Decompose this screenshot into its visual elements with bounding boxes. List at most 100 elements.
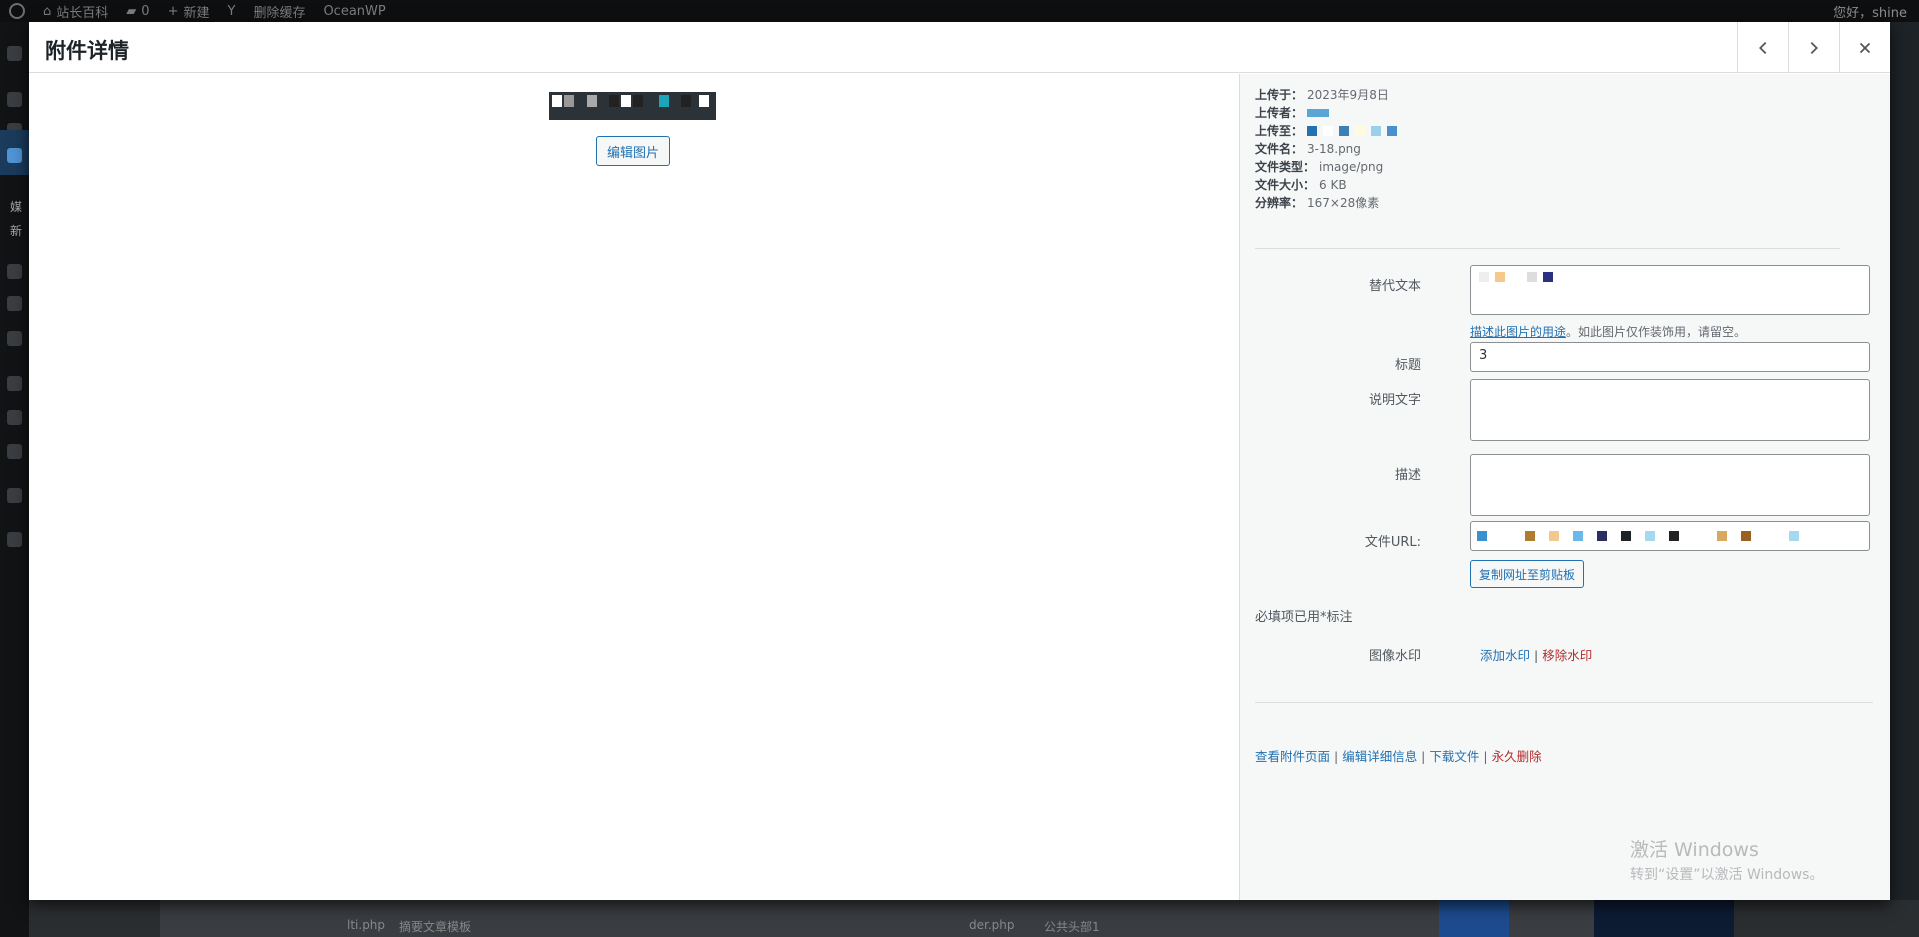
download-file-link[interactable]: 下载文件 bbox=[1429, 749, 1479, 764]
view-attachment-page-link[interactable]: 查看附件页面 bbox=[1255, 749, 1330, 764]
file-size-label: 文件大小： bbox=[1255, 178, 1316, 192]
backdrop-thumb bbox=[1439, 900, 1509, 937]
attachment-details-modal: 附件详情 编辑图片 上传于： 2023年9月8日 上传者： 上传至： 文件名： … bbox=[29, 22, 1890, 900]
admin-sidebar: 媒 新 bbox=[0, 22, 29, 937]
dimensions-label: 分辨率： bbox=[1255, 196, 1304, 210]
comments-count: 0 bbox=[141, 3, 150, 19]
required-fields-note: 必填项已用*标注 bbox=[1255, 610, 1353, 625]
windows-activation-watermark: 激活 Windows 转到“设置”以激活 Windows。 bbox=[1630, 835, 1823, 884]
file-size-value: 6 KB bbox=[1319, 178, 1347, 192]
backdrop-text: lti.php bbox=[347, 918, 386, 932]
yoast-sidebar-icon[interactable] bbox=[7, 488, 22, 503]
media-menu-label[interactable]: 媒 bbox=[10, 198, 22, 215]
tools-icon[interactable] bbox=[7, 444, 22, 459]
separator: | bbox=[1530, 648, 1543, 663]
redacted-file-url bbox=[1477, 531, 1847, 541]
site-name: 站长百科 bbox=[56, 5, 109, 21]
dashboard-icon[interactable] bbox=[7, 46, 22, 61]
caption-field[interactable] bbox=[1470, 379, 1870, 441]
dimensions-value: 167×28像素 bbox=[1307, 196, 1380, 210]
next-button[interactable] bbox=[1788, 22, 1839, 73]
image-watermark-label: 图像水印 bbox=[1368, 649, 1421, 664]
media-preview-pane: 编辑图片 bbox=[29, 74, 1239, 900]
redacted-alt-text bbox=[1479, 272, 1553, 282]
file-url-label: 文件URL: bbox=[1364, 535, 1421, 550]
media-icon[interactable] bbox=[7, 148, 22, 163]
close-icon bbox=[1859, 42, 1871, 53]
file-name-label: 文件名： bbox=[1255, 142, 1304, 156]
chevron-left-icon bbox=[1759, 41, 1767, 54]
theme-link[interactable]: OceanWP bbox=[314, 0, 394, 22]
file-type-label: 文件类型： bbox=[1255, 160, 1316, 174]
file-url-field[interactable] bbox=[1470, 521, 1870, 551]
remove-watermark-link[interactable]: 移除水印 bbox=[1542, 648, 1592, 663]
redacted-uploaded-to-link[interactable] bbox=[1307, 122, 1398, 140]
description-label: 描述 bbox=[1394, 468, 1421, 483]
new-content-menu[interactable]: + 新建 bbox=[159, 0, 219, 22]
alt-text-help-link[interactable]: 描述此图片的用途 bbox=[1470, 325, 1566, 339]
folder-icon[interactable] bbox=[7, 331, 22, 346]
chevron-right-icon bbox=[1810, 41, 1818, 54]
edit-image-button[interactable]: 编辑图片 bbox=[596, 136, 671, 166]
uploaded-by-label: 上传者： bbox=[1255, 106, 1304, 120]
users-icon[interactable] bbox=[7, 410, 22, 425]
yoast-menu[interactable]: Y bbox=[218, 0, 244, 22]
alt-text-help-text: 。如此图片仅作装饰用，请留空。 bbox=[1566, 325, 1747, 339]
file-metadata: 上传于： 2023年9月8日 上传者： 上传至： 文件名： 3-18.png 文件类… bbox=[1255, 86, 1398, 212]
wp-logo-menu[interactable] bbox=[0, 0, 34, 22]
wordpress-icon bbox=[9, 3, 25, 19]
watermark-subtitle: 转到“设置”以激活 Windows。 bbox=[1630, 867, 1824, 883]
theme-label: OceanWP bbox=[323, 3, 386, 19]
yoast-icon: Y bbox=[227, 3, 236, 19]
clear-cache-link[interactable]: 删除缓存 bbox=[244, 0, 314, 22]
alt-text-field[interactable] bbox=[1470, 265, 1870, 315]
account-menu[interactable]: 您好，shine bbox=[1824, 0, 1919, 22]
site-name-link[interactable]: ⌂ 站长百科 bbox=[34, 0, 117, 22]
comments-icon[interactable] bbox=[7, 296, 22, 311]
file-type-value: image/png bbox=[1319, 160, 1384, 174]
alt-text-help: 描述此图片的用途。如此图片仅作装饰用，请留空。 bbox=[1470, 323, 1746, 340]
uploaded-to-label: 上传至： bbox=[1255, 124, 1304, 138]
close-button[interactable] bbox=[1839, 22, 1890, 73]
separator: | bbox=[1417, 749, 1430, 764]
backdrop-text: der.php bbox=[969, 918, 1015, 932]
separator: | bbox=[1479, 749, 1492, 764]
watermark-title: 激活 Windows bbox=[1630, 839, 1759, 861]
plus-icon: + bbox=[167, 3, 179, 19]
file-name-value: 3-18.png bbox=[1307, 142, 1361, 156]
modal-header: 附件详情 bbox=[29, 22, 1890, 73]
uploaded-on-label: 上传于： bbox=[1255, 88, 1304, 102]
page-backdrop: lti.php 摘要文章模板 der.php 公共头部1 bbox=[29, 900, 1919, 937]
redacted-uploader bbox=[1307, 104, 1330, 122]
delete-permanently-link[interactable]: 永久删除 bbox=[1492, 749, 1542, 764]
previous-button[interactable] bbox=[1737, 22, 1788, 73]
description-field[interactable] bbox=[1470, 454, 1870, 516]
watermark-actions: 添加水印 | 移除水印 bbox=[1480, 645, 1592, 664]
backdrop-text: 公共头部1 bbox=[1044, 920, 1100, 934]
backdrop-text: 摘要文章模板 bbox=[399, 920, 472, 934]
clear-cache-label: 删除缓存 bbox=[253, 5, 306, 21]
divider bbox=[1255, 702, 1873, 703]
alt-text-label: 替代文本 bbox=[1368, 279, 1421, 294]
pages-icon[interactable] bbox=[7, 264, 22, 279]
media-new-label[interactable]: 新 bbox=[10, 222, 22, 239]
copy-url-button[interactable]: 复制网址至剪贴板 bbox=[1470, 560, 1585, 588]
new-label: 新建 bbox=[183, 5, 210, 21]
title-label: 标题 bbox=[1394, 358, 1421, 373]
title-field[interactable]: 3 bbox=[1470, 342, 1870, 372]
add-watermark-link[interactable]: 添加水印 bbox=[1480, 648, 1530, 663]
plugins-icon[interactable] bbox=[7, 376, 22, 391]
divider bbox=[1255, 248, 1840, 249]
attachment-info-pane: 上传于： 2023年9月8日 上传者： 上传至： 文件名： 3-18.png 文件类… bbox=[1239, 74, 1890, 900]
collapse-icon[interactable] bbox=[7, 532, 22, 547]
home-icon: ⌂ bbox=[43, 3, 52, 19]
attachment-actions: 查看附件页面 | 编辑详细信息 | 下载文件 | 永久删除 bbox=[1255, 746, 1542, 765]
comments-link[interactable]: ▰ 0 bbox=[117, 0, 158, 22]
posts-icon[interactable] bbox=[7, 92, 22, 107]
uploaded-on-value: 2023年9月8日 bbox=[1307, 88, 1389, 102]
comment-icon: ▰ bbox=[126, 3, 137, 19]
modal-title: 附件详情 bbox=[45, 39, 129, 63]
edit-details-link[interactable]: 编辑详细信息 bbox=[1342, 749, 1417, 764]
admin-bar: ⌂ 站长百科 ▰ 0 + 新建 Y 删除缓存 OceanWP 您好，shine bbox=[0, 0, 1919, 22]
backdrop-thumb bbox=[1594, 900, 1734, 937]
